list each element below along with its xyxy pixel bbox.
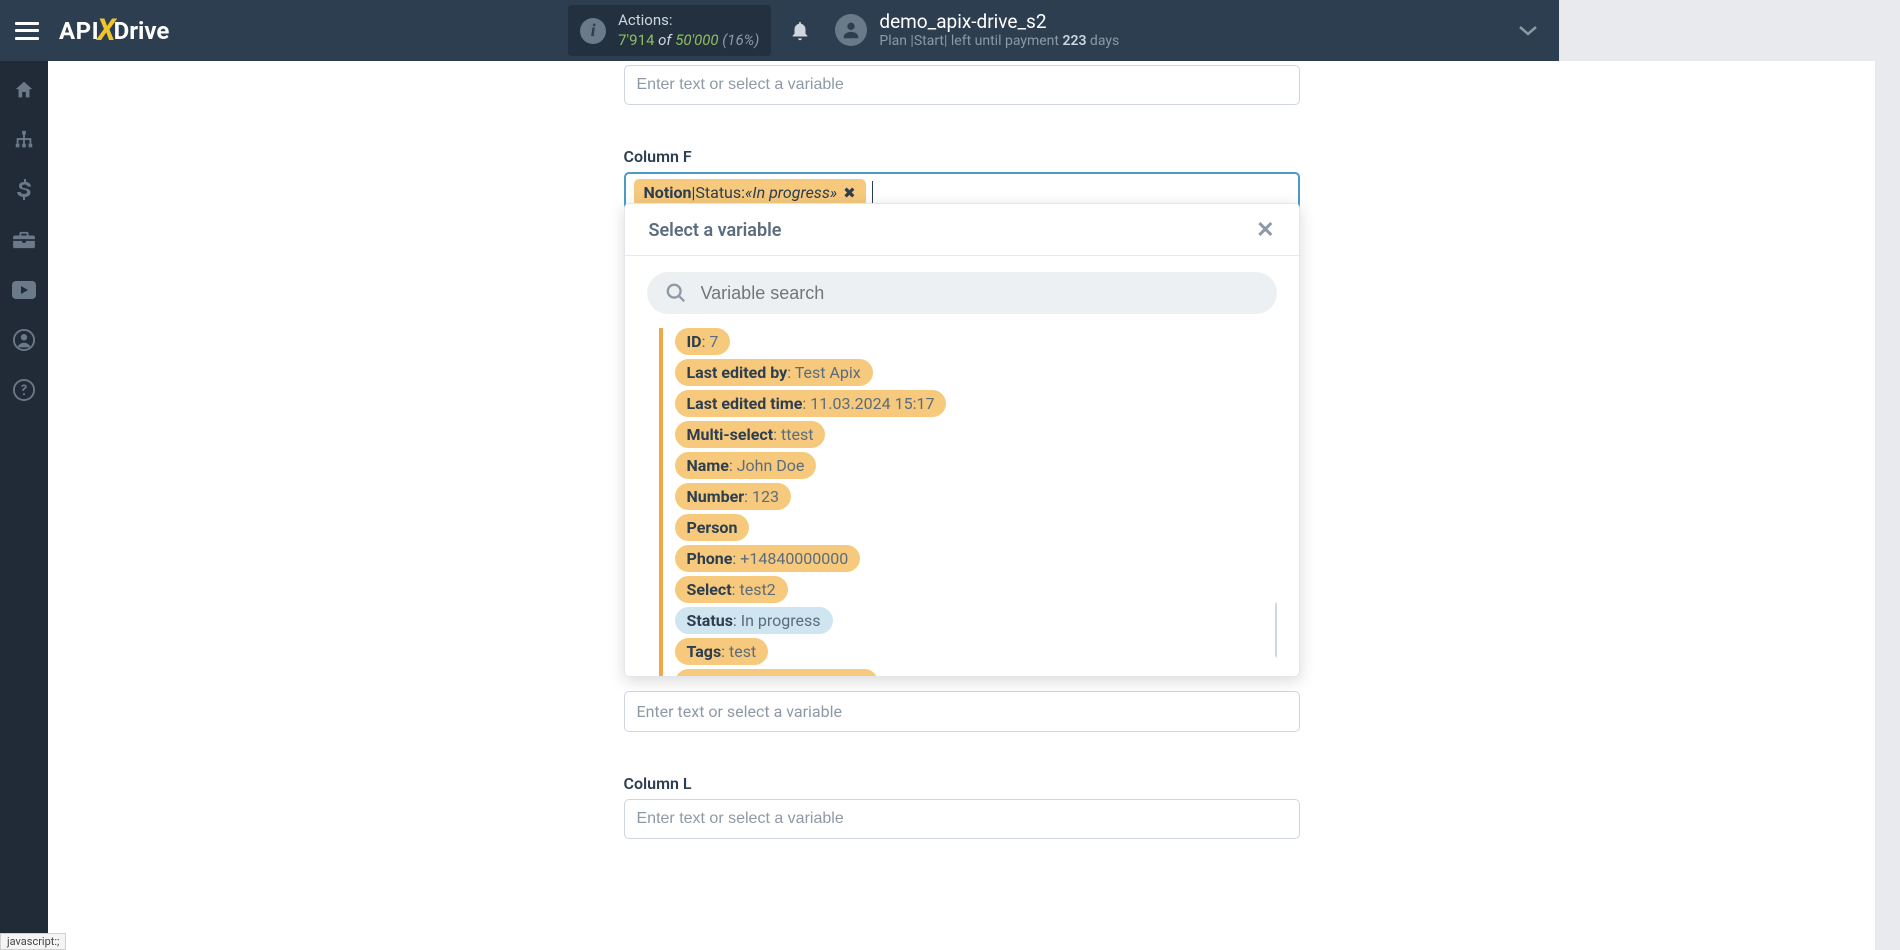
variable-option[interactable]: Tags: test	[675, 638, 769, 665]
search-box[interactable]	[647, 272, 1277, 314]
actions-used: 7'914	[618, 31, 654, 49]
actions-counter[interactable]: i Actions: 7'914 of 50'000 (16%)	[568, 5, 771, 56]
app-header: API X Drive i Actions: 7'914 of 50'000 (…	[0, 0, 1559, 61]
variable-option[interactable]: Status: In progress	[675, 607, 833, 634]
dropdown-title: Select a variable	[649, 220, 782, 241]
scrollbar-thumb[interactable]	[1275, 602, 1277, 658]
browser-status-bar: javascript:;	[0, 933, 66, 950]
column-k-input-ghost[interactable]: Enter text or select a variable	[624, 691, 1300, 732]
user-area[interactable]: demo_apix-drive_s2 Plan |Start| left unt…	[835, 12, 1119, 49]
logo-api: API	[59, 17, 99, 45]
bell-icon[interactable]	[789, 19, 811, 43]
sidebar-home-icon[interactable]	[9, 75, 39, 105]
plan-info: Plan |Start| left until payment 223 days	[879, 33, 1119, 49]
variable-option[interactable]: Select: test2	[675, 576, 788, 603]
close-icon[interactable]: ✕	[1256, 218, 1274, 243]
variable-option[interactable]: Last edited by: Test Apix	[675, 359, 873, 386]
actions-label: Actions:	[618, 11, 759, 31]
variable-option[interactable]: Multi-select: ttest	[675, 421, 826, 448]
column-e-field	[624, 65, 1300, 105]
avatar-icon	[835, 14, 867, 46]
logo-drive: Drive	[114, 17, 170, 45]
column-f-label: Column F	[624, 147, 1300, 166]
logo[interactable]: API X Drive	[59, 13, 169, 48]
search-input[interactable]	[701, 283, 1259, 304]
username: demo_apix-drive_s2	[879, 12, 1119, 33]
variable-option[interactable]: Name: John Doe	[675, 452, 817, 479]
variable-option[interactable]: Last edited time: 11.03.2024 15:17	[675, 390, 947, 417]
variable-option[interactable]: Person	[675, 514, 750, 541]
variable-option[interactable]: Number: 123	[675, 483, 791, 510]
column-e-input[interactable]	[624, 65, 1300, 105]
sidebar-connections-icon[interactable]	[9, 125, 39, 155]
column-l-input[interactable]	[624, 799, 1300, 839]
variable-option[interactable]: ID: 7	[675, 328, 731, 355]
variable-chip[interactable]: Notion | Status: «In progress» ✖	[634, 179, 866, 206]
sidebar-user-icon[interactable]	[9, 325, 39, 355]
hamburger-menu-icon[interactable]	[15, 22, 39, 40]
chip-remove-icon[interactable]: ✖	[843, 184, 856, 202]
variable-option[interactable]: Text: Unnamed Road 142	[675, 669, 878, 676]
sidebar-video-icon[interactable]	[9, 275, 39, 305]
text-cursor	[872, 181, 873, 205]
sidebar-help-icon[interactable]	[9, 375, 39, 405]
sidebar	[0, 61, 48, 950]
actions-total: 50'000	[675, 31, 718, 49]
actions-pct: (16%)	[719, 31, 760, 49]
main-content: Column F Notion | Status: «In progress» …	[48, 61, 1875, 950]
column-l-label: Column L	[624, 774, 1300, 793]
chevron-down-icon[interactable]	[1518, 25, 1538, 37]
variable-list: ID: 7 Last edited by: Test Apix Last edite…	[659, 328, 1277, 676]
info-icon: i	[580, 18, 606, 44]
variable-dropdown: Select a variable ✕ ID: 7 Last edited by:…	[624, 203, 1300, 677]
search-icon	[665, 282, 687, 304]
sidebar-briefcase-icon[interactable]	[9, 225, 39, 255]
variable-option[interactable]: Phone: +14840000000	[675, 545, 861, 572]
sidebar-billing-icon[interactable]	[9, 175, 39, 205]
